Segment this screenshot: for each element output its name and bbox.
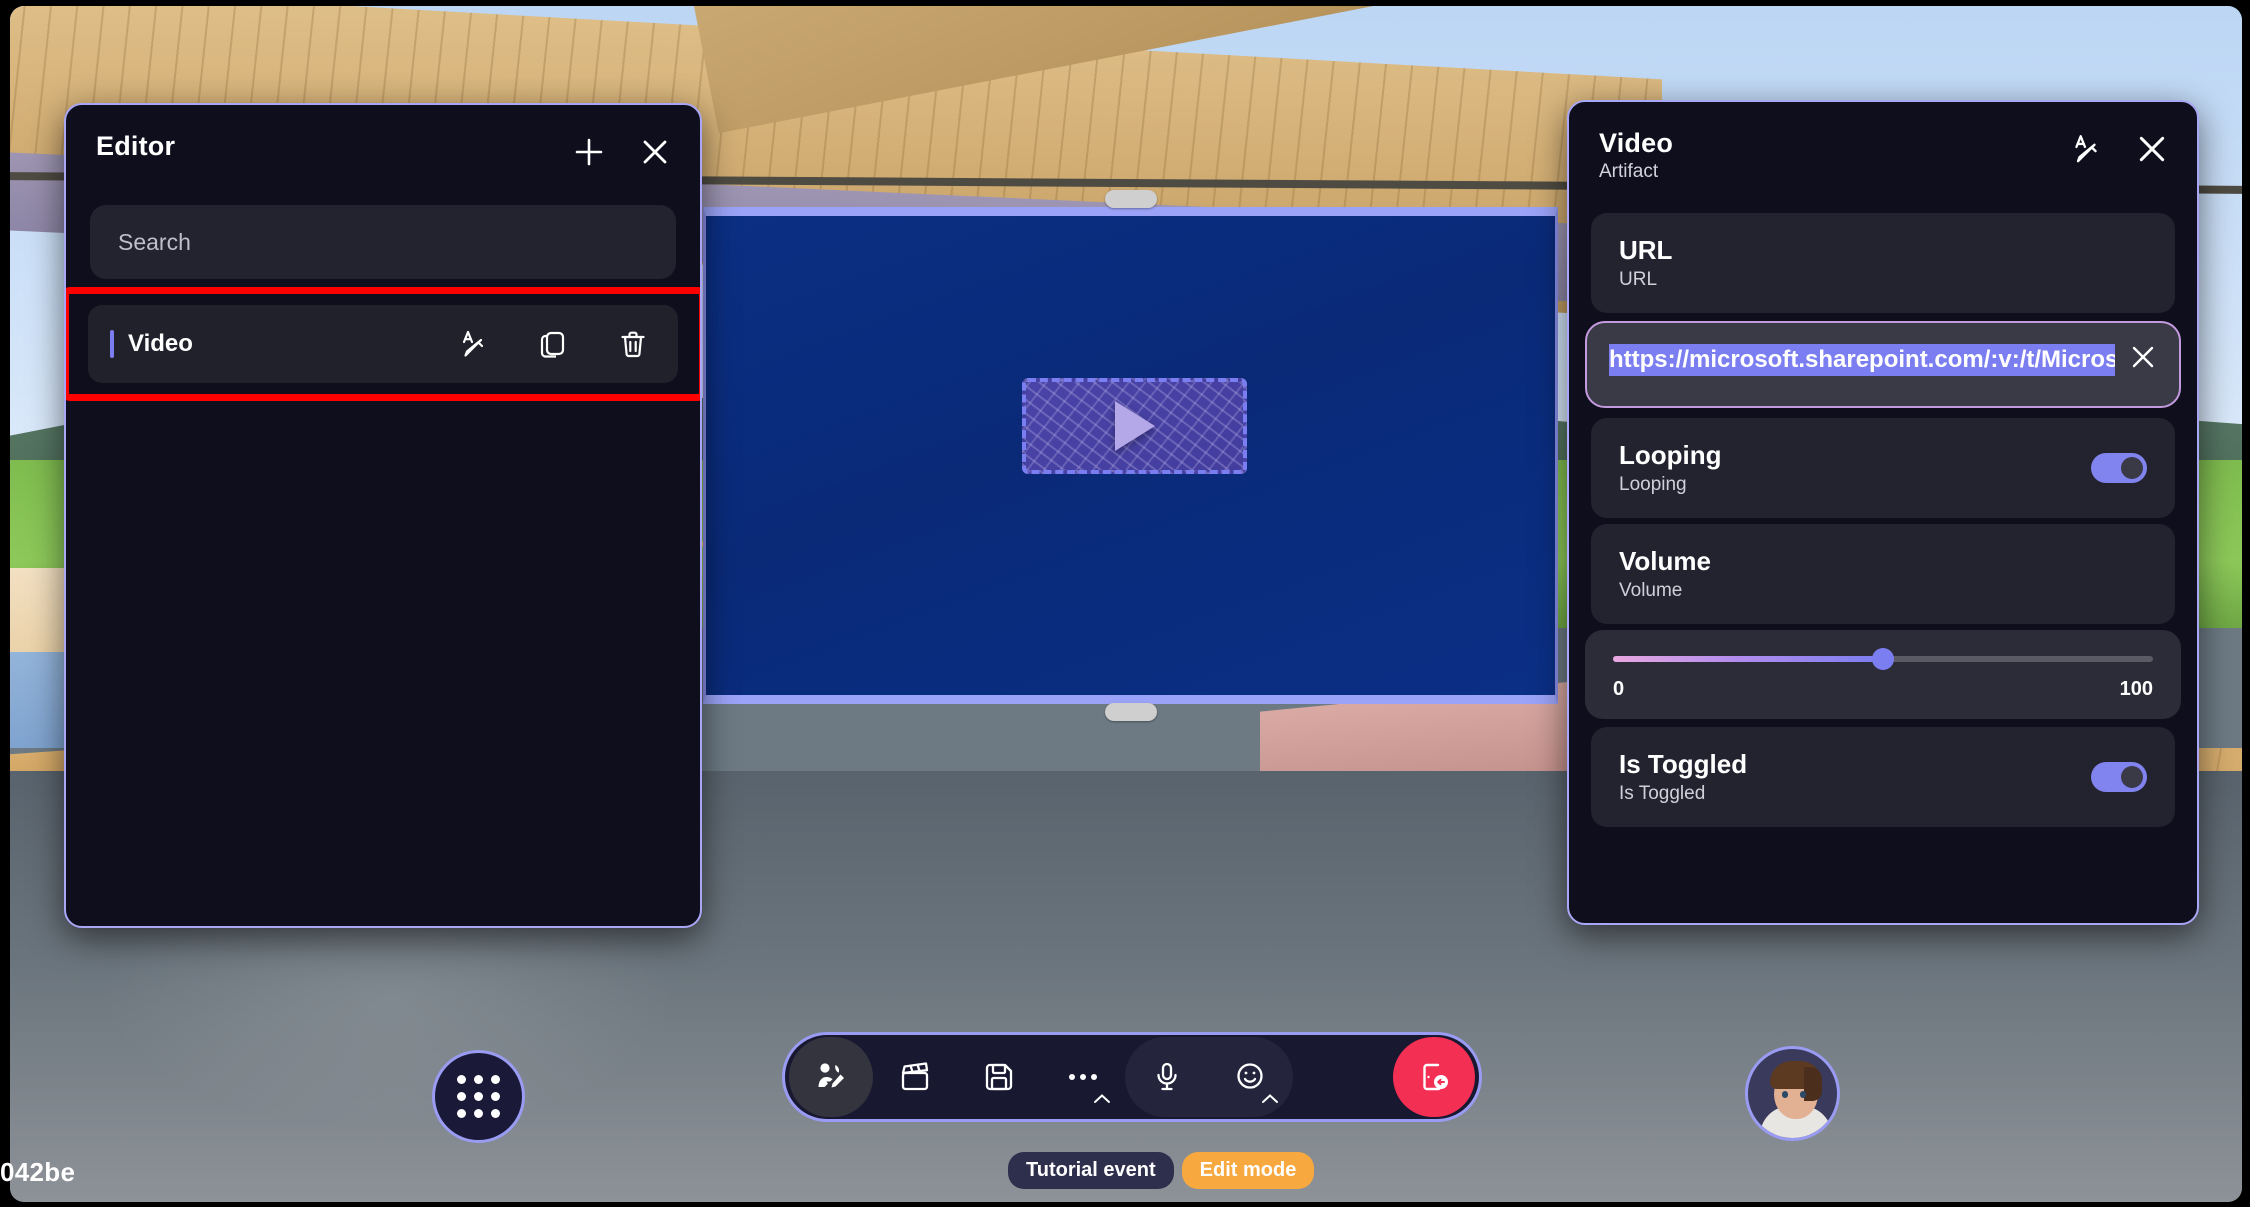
search-placeholder: Search (118, 228, 191, 255)
search-input[interactable]: Search (90, 205, 676, 279)
property-volume-title: Volume (1619, 546, 1711, 577)
properties-panel-header: Video Artifact (1569, 102, 2197, 183)
volume-min-label: 0 (1613, 678, 1625, 701)
close-icon[interactable] (2133, 130, 2171, 168)
list-item-actions (454, 325, 652, 363)
microphone-button[interactable] (1125, 1037, 1209, 1117)
bottom-toolbar (782, 1032, 1482, 1122)
list-item-video[interactable]: Video (88, 305, 678, 383)
url-input[interactable]: https://microsoft.sharepoint.com/:v:/t/M… (1585, 321, 2181, 409)
avatar-eye-right (1800, 1091, 1806, 1098)
chevron-up-icon (1093, 1092, 1111, 1107)
is-toggled-toggle[interactable] (2091, 762, 2147, 793)
plus-icon[interactable] (570, 133, 608, 171)
chevron-up-icon (1261, 1092, 1279, 1107)
volume-slider-fill (1613, 656, 1883, 663)
resize-handle-bottom[interactable] (1104, 703, 1157, 721)
page-subtitle: Artifact (1599, 161, 1659, 183)
properties-header-actions (2067, 128, 2171, 168)
list-item-label: Video (128, 330, 193, 357)
property-url: URL URL (1591, 213, 2175, 314)
volume-slider-card: 0 100 (1585, 630, 2181, 720)
save-button[interactable] (957, 1037, 1041, 1117)
duplicate-icon[interactable] (534, 325, 572, 363)
editor-panel-header: Editor (66, 105, 700, 171)
rename-pen-icon[interactable] (454, 325, 492, 363)
avatar-hair-side (1804, 1067, 1822, 1101)
status-badge-tutorial-event: Tutorial event (1008, 1152, 1174, 1189)
clapperboard-button[interactable] (873, 1037, 957, 1117)
property-looping: Looping Looping (1591, 418, 2175, 519)
play-icon (1114, 401, 1155, 451)
status-badge-edit-mode: Edit mode (1181, 1152, 1315, 1189)
volume-slider-thumb[interactable] (1872, 648, 1894, 671)
page-title: Video (1599, 128, 1674, 158)
close-icon[interactable] (636, 133, 674, 171)
trash-icon[interactable] (614, 325, 652, 363)
resize-handle-top[interactable] (1104, 190, 1157, 208)
close-icon[interactable] (2129, 343, 2157, 376)
editor-title: Editor (96, 131, 176, 161)
property-is-toggled-subtitle: Is Toggled (1619, 783, 1706, 805)
property-volume: Volume Volume (1591, 524, 2175, 625)
url-input-value: https://microsoft.sharepoint.com/:v:/t/M… (1609, 343, 2115, 376)
leave-button[interactable] (1393, 1037, 1475, 1117)
property-url-title: URL (1619, 235, 1673, 266)
volume-slider[interactable] (1613, 648, 2153, 671)
audio-reactions-group (1125, 1037, 1293, 1117)
more-options-button[interactable] (1041, 1037, 1125, 1117)
editor-header-actions (570, 131, 674, 171)
grid-dots (457, 1075, 500, 1118)
looping-toggle[interactable] (2091, 453, 2147, 484)
property-is-toggled: Is Toggled Is Toggled (1591, 727, 2175, 828)
selection-accent-bar (110, 330, 114, 358)
editor-panel: Editor Search Video (64, 103, 702, 928)
property-is-toggled-title: Is Toggled (1619, 749, 1748, 780)
property-volume-subtitle: Volume (1619, 580, 1683, 602)
editor-item-list: Video (66, 287, 700, 401)
properties-title-group: Video Artifact (1599, 128, 1673, 183)
grid-apps-icon[interactable] (432, 1050, 525, 1143)
properties-panel: Video Artifact URL URL https://microsoft… (1567, 100, 2199, 925)
screenshot-root: Editor Search Video Video Artifact URL U… (0, 0, 2250, 1207)
reactions-button[interactable] (1209, 1037, 1293, 1117)
property-looping-title: Looping (1619, 440, 1722, 471)
status-badges: Tutorial event Edit mode (1008, 1152, 1315, 1189)
video-placeholder[interactable] (1022, 378, 1247, 474)
avatar-edit-button[interactable] (789, 1037, 873, 1117)
property-url-subtitle: URL (1619, 269, 1658, 291)
volume-slider-labels: 0 100 (1613, 678, 2153, 701)
avatar-eye-left (1782, 1091, 1788, 1098)
user-avatar[interactable] (1745, 1046, 1840, 1141)
property-looping-subtitle: Looping (1619, 474, 1687, 496)
volume-max-label: 100 (2119, 678, 2153, 701)
rename-pen-icon[interactable] (2067, 130, 2105, 168)
session-id-text: 042be (0, 1157, 76, 1187)
